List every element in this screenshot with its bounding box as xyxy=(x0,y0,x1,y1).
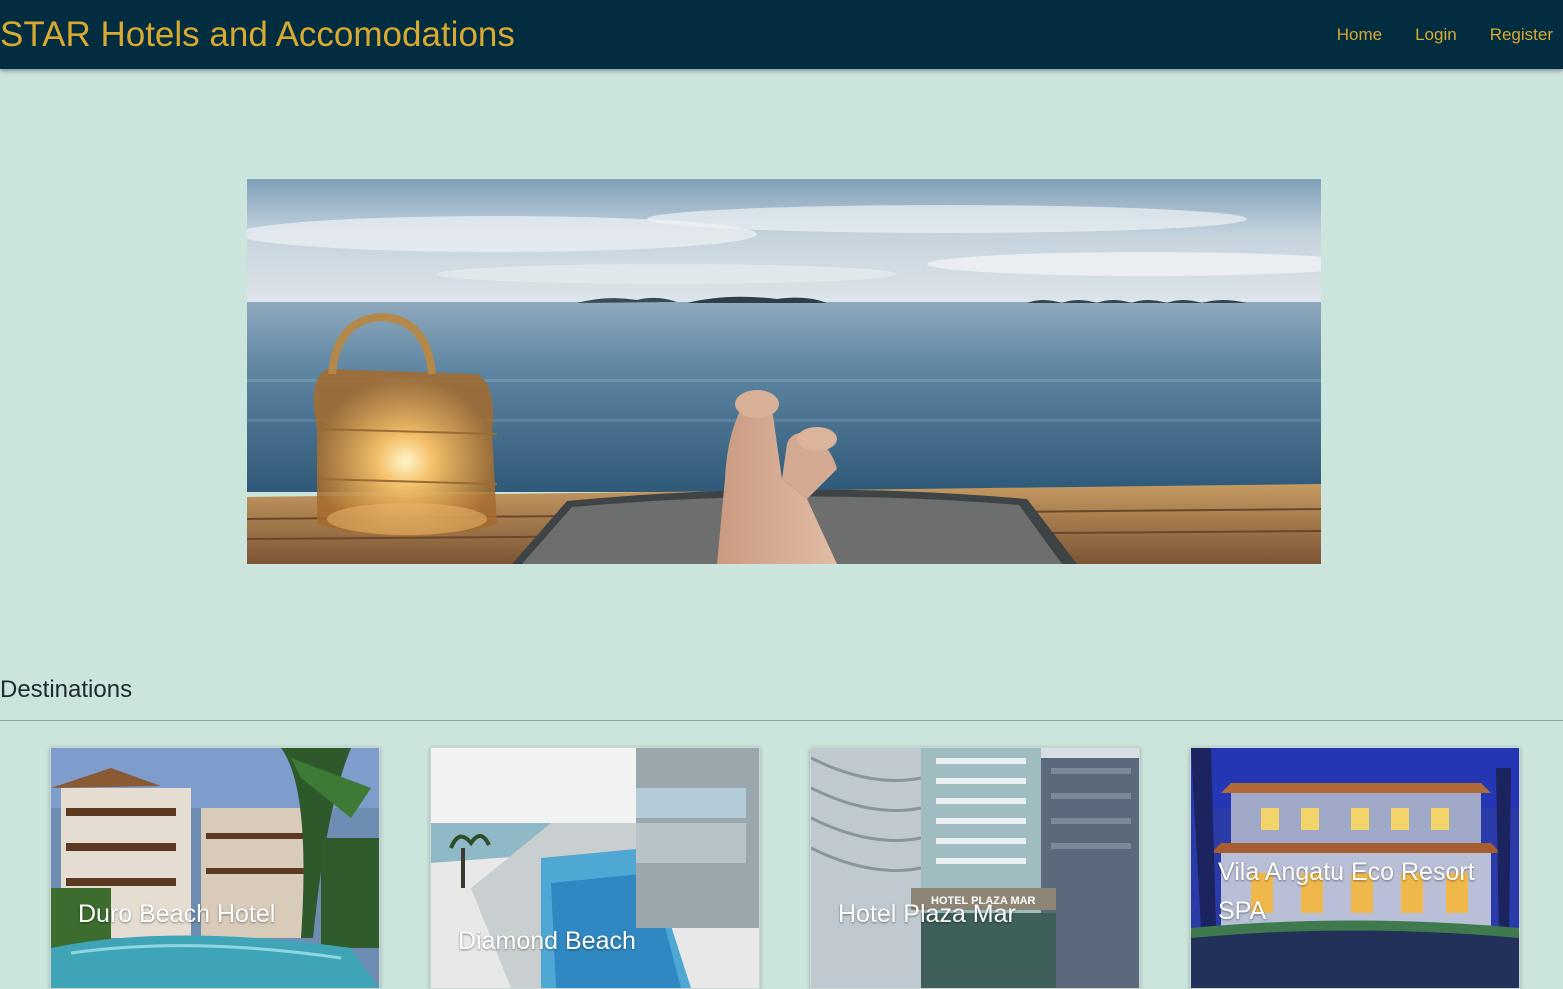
nav-link-login[interactable]: Login xyxy=(1415,25,1457,45)
destination-card-vila-angatu[interactable]: Vila Angatu Eco Resort SPA xyxy=(1190,747,1520,989)
top-navbar: STAR Hotels and Accomodations Home Login… xyxy=(0,0,1563,69)
nav-links: Home Login Register xyxy=(1304,0,1553,69)
destination-card-duro-beach-hotel[interactable]: Duro Beach Hotel xyxy=(50,747,380,989)
brand-title[interactable]: STAR Hotels and Accomodations xyxy=(0,14,515,56)
card-title: Hotel Plaza Mar xyxy=(838,900,1016,928)
card-title: Vila Angatu Eco Resort SPA xyxy=(1218,858,1475,925)
destination-cards: Duro Beach Hotel Diamond Beach HOTEL PLA… xyxy=(0,747,1563,989)
section-divider xyxy=(0,720,1563,721)
hero-image xyxy=(247,179,1321,564)
card-title: Diamond Beach xyxy=(458,927,636,955)
resort-with-pool-and-palms-image xyxy=(51,748,379,988)
nav-link-home[interactable]: Home xyxy=(1337,25,1382,45)
nav-link-register[interactable]: Register xyxy=(1490,25,1553,45)
destinations-heading: Destinations xyxy=(0,676,133,703)
card-title: Duro Beach Hotel xyxy=(78,900,276,928)
high-rise-hotel-building-image: HOTEL PLAZA MAR xyxy=(811,748,1139,988)
destination-card-diamond-beach[interactable]: Diamond Beach xyxy=(430,747,760,989)
destination-card-hotel-plaza-mar[interactable]: HOTEL PLAZA MAR Hotel Plaza Mar xyxy=(810,747,1140,989)
